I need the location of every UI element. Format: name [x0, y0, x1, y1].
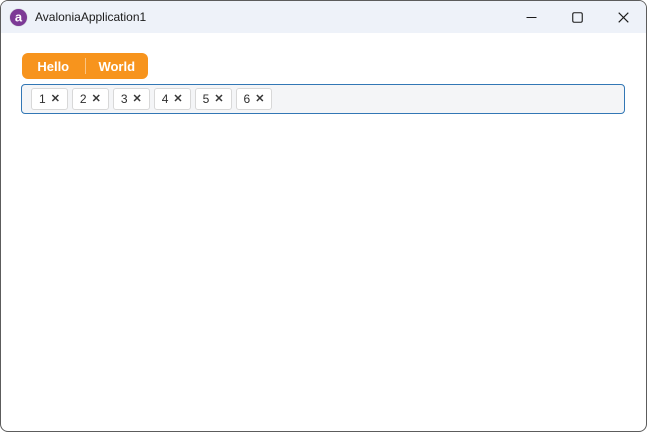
chip-label: 2	[79, 92, 87, 106]
chip-label: 3	[120, 92, 128, 106]
chip-item: 5 ✕	[194, 88, 232, 110]
chip-remove-icon[interactable]: ✕	[51, 93, 60, 105]
chip-item: 4 ✕	[153, 88, 191, 110]
chip-remove-icon[interactable]: ✕	[92, 93, 101, 105]
chip-item: 2 ✕	[71, 88, 109, 110]
chip-remove-icon[interactable]: ✕	[214, 93, 223, 105]
chip-label: 5	[202, 92, 210, 106]
maximize-button[interactable]	[554, 1, 600, 33]
close-icon	[617, 11, 629, 23]
avalonia-logo-icon: a	[10, 8, 27, 26]
world-button[interactable]: World	[86, 53, 149, 79]
hello-button[interactable]: Hello	[22, 53, 85, 79]
chip-item: 1 ✕	[31, 88, 68, 110]
content-area: Hello World 1 ✕ 2 ✕ 3 ✕ 4 ✕ 5 ✕ 6 ✕	[1, 53, 646, 114]
chip-item: 6 ✕	[235, 88, 273, 110]
maximize-icon	[571, 11, 583, 23]
chips-input-box[interactable]: 1 ✕ 2 ✕ 3 ✕ 4 ✕ 5 ✕ 6 ✕	[21, 84, 625, 114]
minimize-icon	[526, 12, 537, 23]
minimize-button[interactable]	[508, 1, 554, 33]
caption-buttons	[508, 1, 646, 33]
chip-remove-icon[interactable]: ✕	[173, 93, 182, 105]
chip-remove-icon[interactable]: ✕	[133, 93, 142, 105]
close-button[interactable]	[600, 1, 646, 33]
titlebar[interactable]: a AvaloniaApplication1	[1, 1, 646, 33]
chip-label: 4	[161, 92, 169, 106]
chip-label: 6	[243, 92, 251, 106]
chip-item: 3 ✕	[112, 88, 150, 110]
window-title: AvaloniaApplication1	[35, 10, 147, 24]
app-window: a AvaloniaApplication1 Hello World 1 ✕ 2…	[0, 0, 647, 432]
chip-label: 1	[39, 92, 46, 106]
chip-remove-icon[interactable]: ✕	[255, 93, 264, 105]
hello-world-split-button: Hello World	[22, 53, 148, 79]
